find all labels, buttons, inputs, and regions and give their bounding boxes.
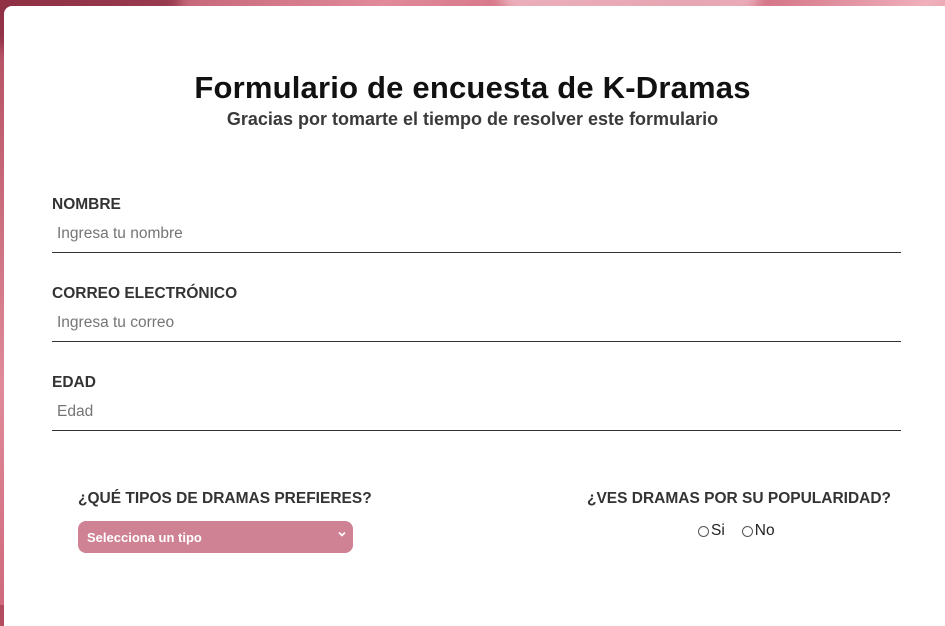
age-input[interactable] xyxy=(52,400,901,431)
drama-type-label: ¿QUÉ TIPOS DE DRAMAS PREFIERES? xyxy=(78,490,372,507)
page-title: Formulario de encuesta de K-Dramas xyxy=(194,70,751,105)
email-label: CORREO ELECTRÓNICO xyxy=(52,285,238,302)
page-subtitle: Gracias por tomarte el tiempo de resolve… xyxy=(226,109,719,129)
popularity-option-si[interactable]: Si xyxy=(698,522,725,540)
age-label: EDAD xyxy=(52,374,96,391)
name-field-group: NOMBRE xyxy=(52,196,901,253)
popularity-option-no[interactable]: No xyxy=(741,522,775,540)
name-input[interactable] xyxy=(52,222,901,253)
popularity-option-label: Si xyxy=(711,522,725,539)
name-label: NOMBRE xyxy=(52,196,121,213)
drama-type-select[interactable]: Selecciona un tipo xyxy=(78,521,353,553)
email-field-group: CORREO ELECTRÓNICO xyxy=(52,285,901,342)
age-field-group: EDAD xyxy=(52,374,901,431)
popularity-option-label: No xyxy=(754,522,775,539)
chevron-down-icon xyxy=(338,531,346,537)
email-input[interactable] xyxy=(52,311,901,342)
drama-type-selected-value: Selecciona un tipo xyxy=(87,530,202,545)
radio-button[interactable] xyxy=(698,525,709,537)
popularity-radio-group: Si No xyxy=(698,522,792,540)
popularity-label: ¿VES DRAMAS POR SU POPULARIDAD? xyxy=(587,490,891,507)
radio-button[interactable] xyxy=(741,525,753,537)
